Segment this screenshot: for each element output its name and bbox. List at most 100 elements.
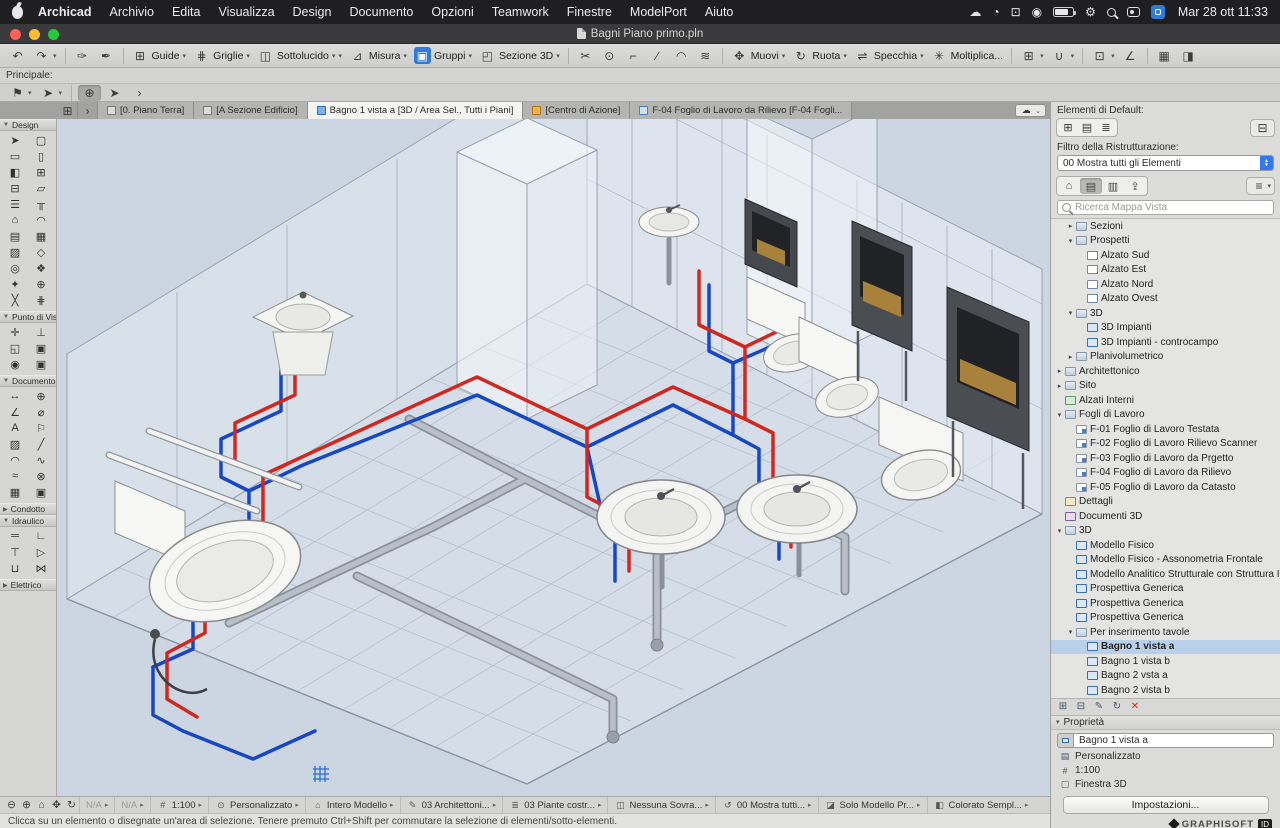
tree-item[interactable]: ▸Architettonico — [1051, 364, 1280, 379]
tree-item[interactable]: F-05 Foglio di Lavoro da Catasto — [1051, 480, 1280, 495]
panel-toggle-button[interactable]: ⊟ — [1250, 119, 1275, 137]
status-dropdown[interactable]: ⊙Personalizzato▸ — [208, 797, 305, 813]
tree-item[interactable]: F-03 Foglio di Lavoro da Prgetto — [1051, 451, 1280, 466]
properties-header[interactable]: ▾ Proprietà — [1051, 716, 1280, 730]
radial-dimension-tool[interactable]: ⌀ — [28, 404, 54, 420]
duct-default-icon[interactable]: ▤ — [1078, 120, 1096, 135]
fit-view-button[interactable]: ⌂ — [34, 798, 49, 813]
tree-item[interactable]: F-04 Foglio di Lavoro da Rilievo — [1051, 466, 1280, 481]
morph-tool[interactable]: ◇ — [28, 244, 54, 260]
tree-item[interactable]: Prospettiva Generica — [1051, 611, 1280, 626]
worksheet-tool[interactable]: ▣ — [28, 356, 54, 372]
pick-up-parameters-button[interactable]: ✑ — [71, 45, 94, 66]
beam-tool[interactable]: ⊟ — [2, 180, 28, 196]
menu-item[interactable]: Edita — [163, 5, 210, 19]
fillet-button[interactable]: ◠ — [670, 45, 693, 66]
grid-element-tool[interactable]: ⋕ — [28, 292, 54, 308]
stair-tool[interactable]: ☰ — [2, 196, 28, 212]
opening-tool[interactable]: ◎ — [2, 260, 28, 276]
status-dropdown[interactable]: ⌂Intero Modello▸ — [305, 797, 400, 813]
label-tool[interactable]: ⚐ — [28, 420, 54, 436]
tree-item[interactable]: Alzato Nord — [1051, 277, 1280, 292]
edit-view-icon[interactable]: ✎ — [1091, 700, 1107, 714]
angle-dimension-tool[interactable]: ∠ — [2, 404, 28, 420]
menu-item[interactable]: Aiuto — [696, 5, 743, 19]
chevron-down-icon[interactable]: ▾ — [1055, 411, 1064, 419]
gruppi-button[interactable]: ▣Gruppi▾ — [411, 45, 475, 66]
apple-menu-icon[interactable] — [12, 6, 23, 19]
new-folder-icon[interactable]: ⊞ — [1055, 700, 1071, 714]
sezione-3d-button[interactable]: ◰Sezione 3D▾ — [476, 45, 563, 66]
status-dropdown[interactable]: ◧Colorato Sempl...▸ — [927, 797, 1035, 813]
moltiplica-button[interactable]: ✳Moltiplica... — [928, 45, 1007, 66]
tree-item[interactable]: 3D Impianti — [1051, 321, 1280, 336]
gear-icon[interactable]: ⚙ — [1085, 5, 1096, 19]
tab-f04-foglio[interactable]: F-04 Foglio di Lavoro da Rilievo [F-04 F… — [630, 102, 852, 119]
status-dropdown[interactable]: ✎03 Architettoni...▸ — [400, 797, 503, 813]
tree-item[interactable]: Modello Fisico — [1051, 538, 1280, 553]
menu-item[interactable]: Finestre — [558, 5, 621, 19]
publisher-icon[interactable]: ⇪ — [1124, 178, 1146, 194]
status-dropdown[interactable]: ◪Solo Modello Pr...▸ — [818, 797, 927, 813]
pipe-accessory-tool[interactable]: ⋈ — [28, 560, 54, 576]
pipe-bend-tool[interactable]: ∟ — [28, 528, 54, 544]
tree-item[interactable]: Bagno 1 vista a — [1051, 640, 1280, 655]
sottolucido-button[interactable]: ◫Sottolucido▾▾ — [254, 45, 345, 66]
tree-item[interactable]: Bagno 1 vista b — [1051, 654, 1280, 669]
tab-piano-terra[interactable]: [0. Piano Terra] — [98, 102, 194, 119]
sink[interactable] — [597, 480, 725, 554]
tree-item[interactable]: ▾Per inserimento tavole — [1051, 625, 1280, 640]
tree-item[interactable]: F-01 Foglio di Lavoro Testata — [1051, 422, 1280, 437]
selezione-button[interactable]: ➤▾ — [37, 85, 66, 101]
toolbox-section-condotto[interactable]: ▶Condotto — [0, 503, 56, 515]
window-tool[interactable]: ⊞ — [28, 164, 54, 180]
tree-item[interactable]: Alzato Sud — [1051, 248, 1280, 263]
status-dropdown[interactable]: N/A▸ — [114, 797, 149, 813]
menu-item[interactable]: ModelPort — [621, 5, 696, 19]
input-source-icon[interactable] — [1151, 5, 1165, 19]
app-menu[interactable]: Archicad — [29, 5, 101, 19]
status-dropdown[interactable]: ≣03 Piante costr...▸ — [502, 797, 607, 813]
tab-centro-di-azione[interactable]: [Centro di Azione] — [523, 102, 630, 119]
shell-tool[interactable]: ◠ — [28, 212, 54, 228]
toolbox-section-documento[interactable]: ▼Documento — [0, 375, 56, 387]
pet-palette-button[interactable]: ▦ — [1153, 45, 1176, 66]
toolbox-section-design[interactable]: ▼Design — [0, 119, 56, 131]
display-icon[interactable]: ⊡ — [1011, 5, 1021, 19]
undo-button[interactable]: ↶ — [6, 45, 29, 66]
project-map-icon[interactable]: ⌂ — [1058, 178, 1080, 194]
line-tool[interactable]: ╱ — [28, 436, 54, 452]
drawing-tool[interactable]: ▣ — [28, 484, 54, 500]
marquee-tool[interactable]: ▢ — [28, 132, 54, 148]
tab-sezione-edificio[interactable]: [A Sezione Edificio] — [194, 102, 307, 119]
tree-item[interactable]: ▾Prospetti — [1051, 234, 1280, 249]
section-tool[interactable]: ✛ — [2, 324, 28, 340]
tree-item[interactable]: ▾Fogli di Lavoro — [1051, 408, 1280, 423]
cloud-icon[interactable]: ☁ — [969, 5, 981, 19]
toolbox-section-idraulico[interactable]: ▼Idraulico — [0, 515, 56, 527]
wall-tool[interactable]: ▭ — [2, 148, 28, 164]
tree-item[interactable]: Alzato Est — [1051, 263, 1280, 278]
interior-elevation-tool[interactable]: ◱ — [2, 340, 28, 356]
status-dropdown[interactable]: #1:100▸ — [150, 797, 208, 813]
pan-button[interactable]: ✥ — [49, 798, 64, 813]
organizza-button[interactable]: ◨ — [1177, 45, 1200, 66]
griglie-button[interactable]: ⋕Griglie▾ — [190, 45, 253, 66]
tree-item[interactable]: Bagno 2 vista b — [1051, 683, 1280, 698]
hotspot-tool[interactable]: ⊗ — [28, 468, 54, 484]
status-dropdown[interactable]: N/A▸ — [79, 797, 114, 813]
cattura-elementi-button[interactable]: ⊡▾ — [1088, 45, 1118, 66]
object-tool[interactable]: ❖ — [28, 260, 54, 276]
chevron-down-icon[interactable]: ▾ — [1066, 309, 1075, 317]
tree-item[interactable]: ▾3D — [1051, 306, 1280, 321]
muovi-button[interactable]: ✥Muovi▾ — [728, 45, 789, 66]
zoom-button[interactable]: ⊙ — [598, 45, 621, 66]
pipe-branch-tool[interactable]: ⊤ — [2, 544, 28, 560]
text-tool[interactable]: A — [2, 420, 28, 436]
vincoli-button[interactable]: ∠ — [1119, 45, 1142, 66]
zoom-window-button[interactable] — [48, 29, 59, 40]
column-tool[interactable]: ▯ — [28, 148, 54, 164]
tree-item[interactable]: F-02 Foglio di Lavoro Rilievo Scanner — [1051, 437, 1280, 452]
minimize-window-button[interactable] — [29, 29, 40, 40]
orbit-button[interactable]: ↻ — [64, 798, 79, 813]
